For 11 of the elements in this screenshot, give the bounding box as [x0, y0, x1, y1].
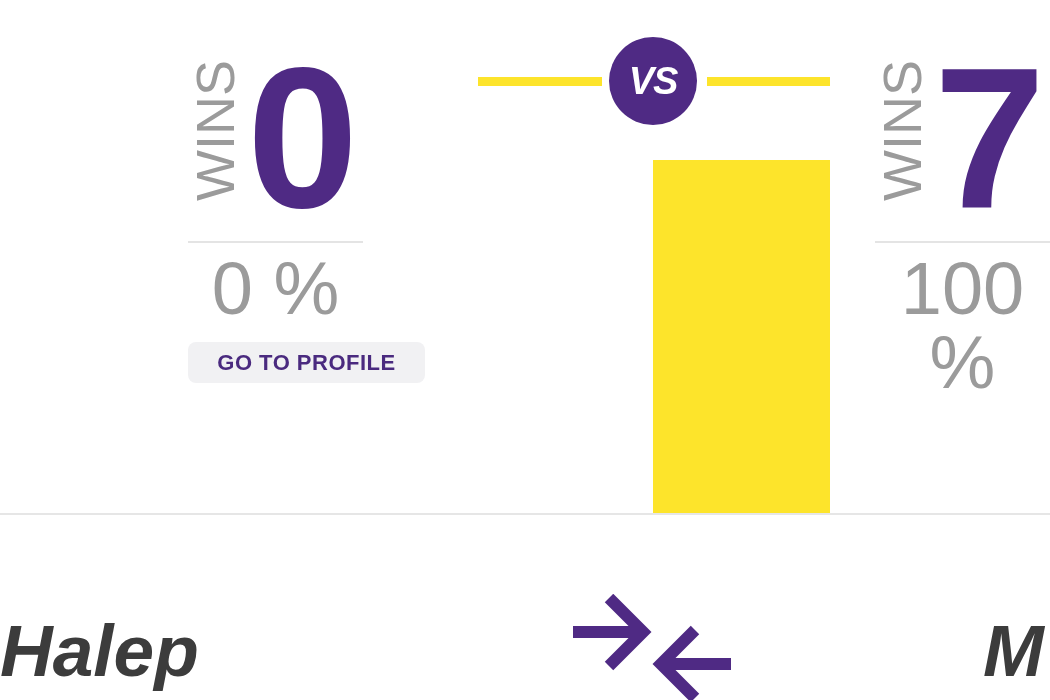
profile-button[interactable]: GO TO PROFILE: [188, 342, 425, 383]
player-name: M: [983, 610, 1044, 691]
inward-arrows-icon: [573, 594, 731, 700]
wins-label: WINS: [875, 60, 929, 201]
wins-label: WINS: [188, 60, 242, 201]
win-count: 7: [934, 38, 1046, 238]
win-percentage: 100 %: [899, 252, 1026, 400]
vs-badge: VS: [609, 37, 697, 125]
player-name: Halep: [0, 610, 199, 691]
win-percentage: 0 %: [210, 252, 341, 326]
win-count: 0: [247, 38, 359, 238]
